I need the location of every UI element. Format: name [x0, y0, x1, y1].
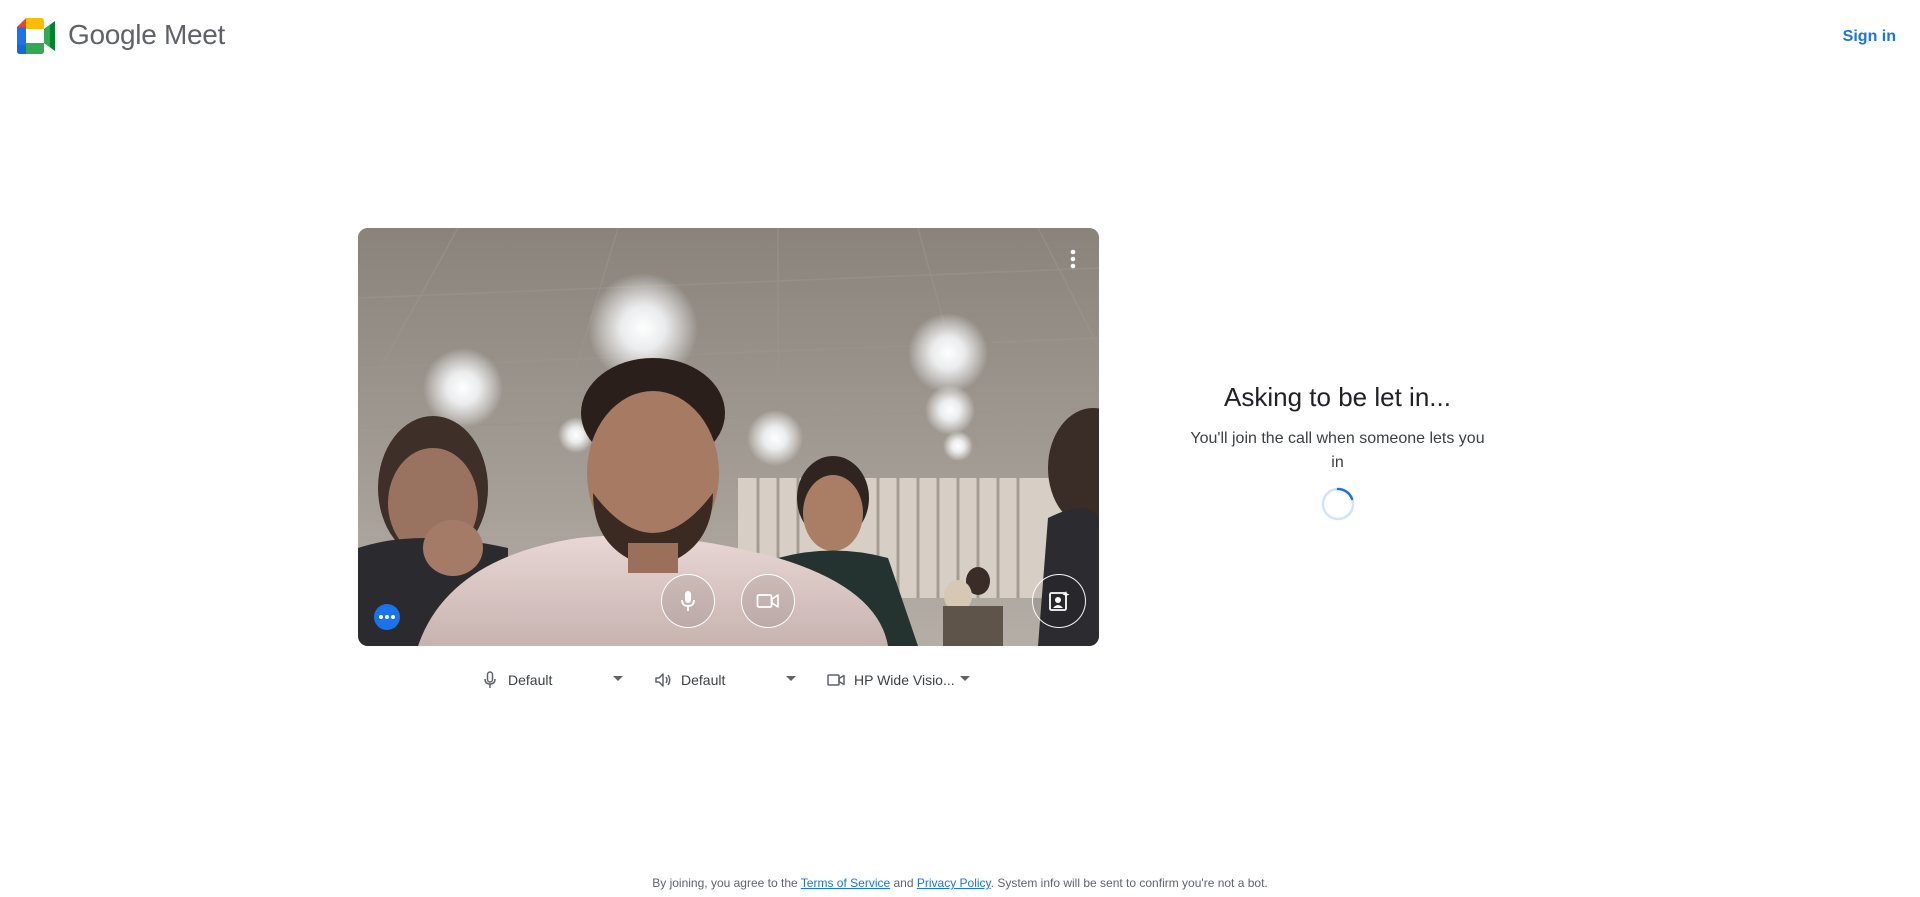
camera-select[interactable]: HP Wide Visio...	[826, 667, 972, 693]
google-meet-logo	[17, 18, 55, 54]
microphone-select[interactable]: Default	[480, 667, 626, 693]
brand-name: Google Meet	[68, 19, 226, 50]
videocam-icon	[756, 594, 779, 608]
privacy-policy-link[interactable]: Privacy Policy	[917, 876, 991, 890]
legal-footer: By joining, you agree to the Terms of Se…	[0, 876, 1920, 890]
camera-feed-image	[358, 228, 1099, 646]
camera-device-label: HP Wide Visio...	[854, 672, 955, 688]
visual-effects-button[interactable]	[1032, 574, 1086, 628]
chevron-down-icon	[960, 676, 970, 681]
footer-prefix: By joining, you agree to the	[652, 876, 801, 890]
microphone-icon	[484, 671, 496, 688]
more-horiz-button[interactable]	[374, 604, 400, 630]
speaker-select[interactable]: Default	[653, 667, 799, 693]
loading-spinner-icon	[1321, 487, 1355, 521]
footer-suffix: . System info will be sent to confirm yo…	[990, 876, 1268, 890]
microphone-device-label: Default	[508, 672, 553, 688]
camera-toggle-button[interactable]	[741, 574, 795, 628]
visual-effects-icon	[1049, 591, 1070, 611]
terms-of-service-link[interactable]: Terms of Service	[801, 876, 890, 890]
speaker-icon	[655, 673, 671, 687]
chevron-down-icon	[786, 676, 796, 681]
microphone-toggle-button[interactable]	[661, 574, 715, 628]
microphone-icon	[681, 591, 695, 611]
more-vert-icon[interactable]	[1061, 244, 1085, 274]
status-subtitle: You'll join the call when someone lets y…	[1190, 430, 1485, 471]
header: Google Meet Sign in	[0, 0, 1920, 72]
speaker-device-label: Default	[681, 672, 726, 688]
more-horiz-icon	[379, 615, 395, 619]
videocam-icon	[827, 674, 845, 686]
status-title: Asking to be let in...	[1224, 382, 1451, 412]
footer-and: and	[890, 876, 917, 890]
camera-preview	[358, 228, 1099, 646]
meet-waiting-page: Google Meet Sign in Default Default HP W…	[0, 0, 1920, 897]
waiting-status-panel: Asking to be let in... You'll join the c…	[1180, 382, 1495, 521]
sign-in-link[interactable]: Sign in	[1841, 24, 1898, 50]
chevron-down-icon	[613, 676, 623, 681]
